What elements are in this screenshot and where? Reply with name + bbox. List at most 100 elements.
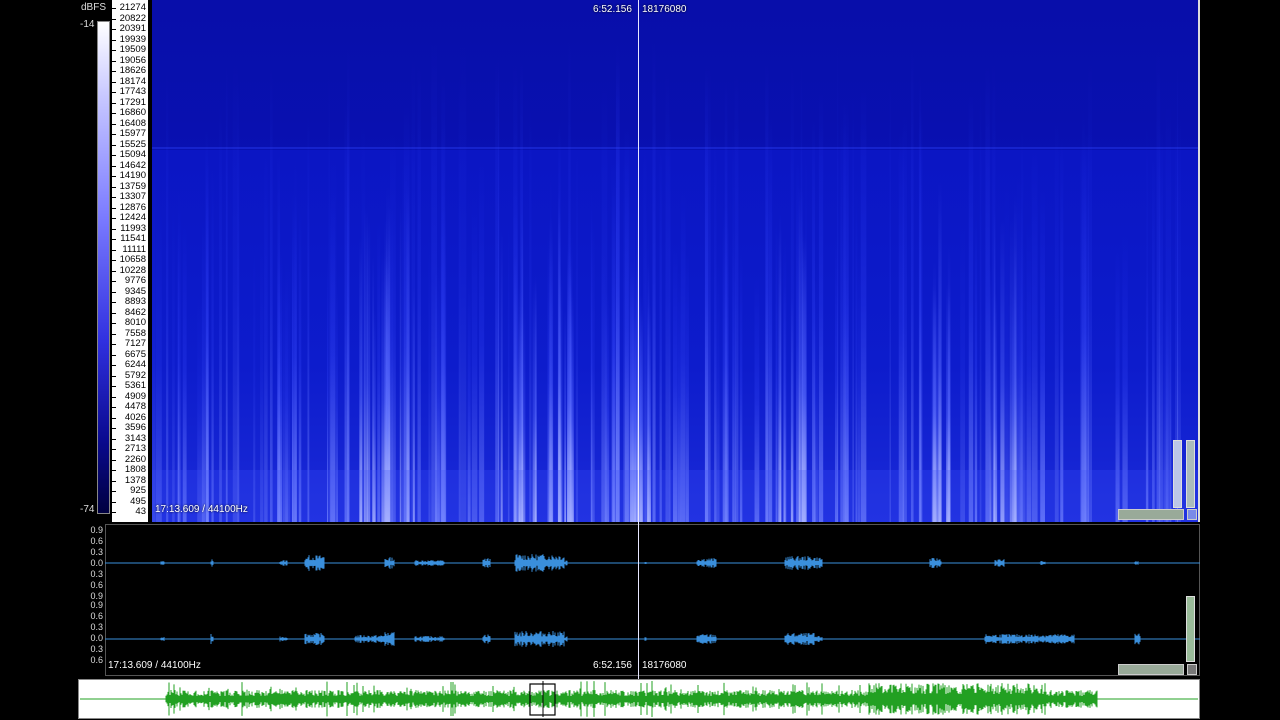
frequency-tick-mark bbox=[112, 39, 116, 41]
frequency-tick-label: 8893 bbox=[124, 296, 146, 307]
frequency-tick-label: 11993 bbox=[120, 222, 146, 234]
frequency-tick-label: 9776 bbox=[124, 275, 146, 286]
spectrogram-corner-button[interactable] bbox=[1187, 509, 1197, 520]
spectrogram-right-border bbox=[1198, 0, 1200, 522]
spectrogram-low-band bbox=[152, 470, 1199, 522]
spectrogram-streak bbox=[1082, 104, 1085, 522]
frequency-tick-mark bbox=[112, 155, 116, 156]
frequency-tick-label: 13759 bbox=[119, 180, 146, 192]
spectrogram-streak bbox=[1054, 115, 1059, 522]
frequency-tick-mark bbox=[112, 270, 116, 272]
frequency-tick-mark bbox=[112, 239, 116, 240]
frequency-tick-label: 18174 bbox=[119, 75, 146, 87]
spectrogram-streak bbox=[269, 66, 273, 522]
color-scale-bar[interactable] bbox=[97, 21, 110, 514]
spectrogram-streak bbox=[225, 64, 228, 522]
frequency-tick-mark bbox=[112, 176, 116, 177]
spectrogram-streak bbox=[968, 92, 974, 522]
frequency-tick-mark bbox=[112, 512, 116, 513]
frequency-tick-label: 495 bbox=[130, 495, 146, 507]
frequency-tick-label: 16860 bbox=[119, 107, 146, 118]
frequency-tick-label: 10228 bbox=[119, 264, 146, 276]
frequency-tick-label: 20822 bbox=[119, 12, 146, 24]
waveform-duration-rate: 17:13.609 / 44100Hz bbox=[108, 660, 201, 671]
waveform-zoom-scale[interactable] bbox=[1186, 596, 1195, 662]
spectrogram-streak bbox=[818, 90, 824, 522]
spectrogram-streak bbox=[910, 47, 914, 522]
frequency-tick-label: 4026 bbox=[124, 411, 146, 423]
spectrogram-streak bbox=[264, 149, 268, 522]
frequency-tick-mark bbox=[112, 113, 116, 114]
frequency-tick-label: 12424 bbox=[119, 212, 146, 223]
spectrogram-view[interactable] bbox=[152, 0, 1199, 522]
spectrogram-streak bbox=[1146, 122, 1148, 522]
spectrogram-streak bbox=[232, 61, 239, 522]
frequency-tick-mark bbox=[112, 480, 116, 482]
amplitude-tick-label: 0.6 bbox=[90, 655, 103, 665]
frequency-tick-mark bbox=[112, 123, 116, 125]
frequency-tick-mark bbox=[112, 407, 116, 408]
playback-cursor[interactable] bbox=[638, 0, 639, 679]
frequency-tick-label: 15977 bbox=[119, 128, 146, 139]
frequency-tick-label: 14642 bbox=[119, 159, 146, 171]
frequency-tick-label: 9345 bbox=[124, 285, 146, 297]
spectrogram-streak bbox=[714, 129, 717, 522]
frequency-tick-label: 43 bbox=[135, 506, 146, 517]
spectrogram-streak bbox=[1084, 132, 1089, 522]
frequency-axis: 21274 20822 20391 19939 19509 19056 18626 18174… bbox=[112, 0, 149, 522]
spectrogram-streak bbox=[575, 141, 579, 522]
frequency-tick-mark bbox=[112, 365, 116, 366]
frequency-tick-label: 2713 bbox=[124, 443, 146, 454]
frequency-tick-label: 19509 bbox=[119, 44, 146, 55]
frequency-tick-mark bbox=[112, 323, 116, 324]
spectrogram-streak bbox=[307, 111, 310, 522]
dbfs-unit-label: dBFS bbox=[81, 2, 107, 13]
spectrogram-streak bbox=[765, 167, 771, 522]
spectrogram-streak bbox=[431, 41, 438, 522]
frequency-tick-mark bbox=[112, 428, 116, 429]
frequency-tick-label: 5792 bbox=[124, 369, 146, 381]
spectrogram-level-slider[interactable] bbox=[1173, 440, 1182, 508]
frequency-tick-mark bbox=[112, 81, 116, 83]
spectrogram-streak bbox=[205, 130, 209, 522]
spectrogram-streak bbox=[985, 65, 990, 522]
frequency-tick-label: 20391 bbox=[119, 23, 146, 34]
spectrogram-scroll-button[interactable] bbox=[1118, 509, 1184, 520]
frequency-tick-label: 1378 bbox=[124, 474, 146, 486]
spectrogram-streak bbox=[659, 144, 662, 522]
spectrogram-streak bbox=[166, 71, 169, 522]
frequency-tick-mark bbox=[112, 470, 116, 471]
frequency-tick-mark bbox=[112, 396, 116, 398]
waveform-scroll-button[interactable] bbox=[1118, 664, 1184, 675]
frequency-tick-mark bbox=[112, 449, 116, 450]
spectrogram-cursor-sample: 18176080 bbox=[642, 4, 687, 15]
spectrogram-cursor-time: 6:52.156 bbox=[593, 4, 632, 15]
frequency-tick-mark bbox=[112, 18, 116, 20]
spectrogram-streak bbox=[1060, 139, 1064, 522]
spectrogram-streak bbox=[840, 96, 846, 522]
spectrogram-streak bbox=[479, 159, 485, 522]
spectrogram-streak bbox=[417, 64, 421, 522]
frequency-tick-mark bbox=[112, 134, 116, 135]
waveform-corner-button[interactable] bbox=[1187, 664, 1197, 675]
frequency-tick-label: 12876 bbox=[119, 201, 146, 213]
amplitude-tick-label: 0.9 bbox=[90, 600, 103, 610]
amplitude-tick-label: 0.6 bbox=[90, 580, 103, 590]
frequency-tick-label: 6244 bbox=[124, 359, 146, 370]
frequency-tick-mark bbox=[112, 144, 116, 146]
spectrogram-streak bbox=[219, 99, 222, 522]
spectrogram-streak bbox=[390, 132, 396, 522]
db-max-label: -14 bbox=[80, 19, 95, 30]
frequency-tick-mark bbox=[112, 260, 116, 261]
frequency-tick-label: 3596 bbox=[124, 422, 146, 433]
spectrogram-zoom-scale[interactable] bbox=[1186, 440, 1195, 508]
frequency-tick-mark bbox=[112, 417, 116, 419]
spectrogram-streak bbox=[665, 70, 670, 522]
frequency-tick-label: 11541 bbox=[120, 233, 146, 244]
frequency-tick-mark bbox=[112, 491, 116, 492]
frequency-tick-mark bbox=[112, 92, 116, 93]
frequency-tick-label: 17291 bbox=[119, 96, 146, 108]
frequency-tick-mark bbox=[112, 375, 116, 377]
frequency-tick-label: 4909 bbox=[124, 390, 146, 402]
waveform-channel-2 bbox=[105, 631, 1200, 647]
